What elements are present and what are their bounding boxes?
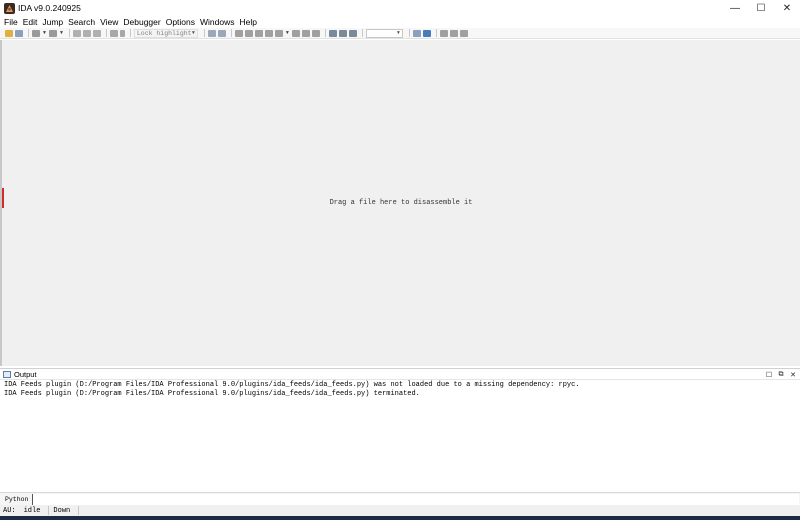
menu-debugger[interactable]: Debugger	[123, 17, 160, 27]
stop-icon[interactable]	[348, 29, 357, 37]
toolbar-separator	[324, 29, 326, 37]
paste-icon[interactable]	[82, 29, 91, 37]
cli-language-button[interactable]: Python	[0, 496, 32, 503]
ida-logo-icon	[4, 2, 15, 14]
settings-icon[interactable]	[217, 29, 226, 37]
command-input[interactable]	[32, 493, 799, 505]
plugins-icon[interactable]	[311, 29, 320, 37]
forward-dropdown-icon[interactable]: ▼	[59, 30, 64, 36]
panel-float-button[interactable]: ⧉	[776, 370, 786, 380]
xrefs-icon[interactable]	[274, 29, 283, 37]
toolbar-separator	[129, 29, 131, 37]
step-over-icon[interactable]	[449, 29, 458, 37]
menu-file[interactable]: File	[4, 17, 18, 27]
pause-icon[interactable]	[338, 29, 347, 37]
menu-search[interactable]: Search	[68, 17, 95, 27]
maximize-button[interactable]: ☐	[748, 0, 774, 16]
xrefs-dropdown-icon[interactable]: ▼	[285, 30, 290, 36]
command-line-bar: Python	[0, 492, 800, 505]
status-divider	[78, 506, 80, 515]
status-bar: AU: idle Down	[0, 505, 800, 516]
save-icon[interactable]	[15, 29, 23, 37]
step-out-icon[interactable]	[459, 29, 468, 37]
toolbar-separator	[203, 29, 205, 37]
run-icon[interactable]	[328, 29, 337, 37]
menu-windows[interactable]: Windows	[200, 17, 234, 27]
menu-options[interactable]: Options	[166, 17, 195, 27]
lock-highlight-combo[interactable]: Lock highlight ▼	[133, 28, 198, 38]
step-into-icon[interactable]	[439, 29, 448, 37]
toolbar-separator	[68, 29, 70, 37]
text-view-icon[interactable]	[244, 29, 253, 37]
disassembly-workspace[interactable]: Drag a file here to disassemble it	[0, 40, 800, 366]
toolbar-separator	[230, 29, 232, 37]
output-panel-header: Output ☐ ⧉ ✕	[0, 368, 800, 379]
back-dropdown-icon[interactable]: ▼	[42, 30, 47, 36]
close-button[interactable]: ✕	[774, 0, 800, 16]
panel-maximize-button[interactable]: ☐	[764, 370, 774, 380]
output-window-icon	[3, 370, 11, 378]
segments-icon[interactable]	[301, 29, 310, 37]
toolbar-separator	[361, 29, 363, 37]
toolbar-separator	[408, 29, 410, 37]
menu-jump[interactable]: Jump	[42, 17, 63, 27]
open-file-icon[interactable]	[5, 29, 13, 37]
copy-icon[interactable]	[72, 29, 81, 37]
structures-icon[interactable]	[207, 29, 216, 37]
log-line: IDA Feeds plugin (D:/Program Files/IDA P…	[4, 381, 580, 389]
jump-icon[interactable]	[119, 29, 125, 37]
lock-highlight-label: Lock highlight	[136, 29, 192, 37]
panel-close-button[interactable]: ✕	[788, 370, 798, 380]
status-divider	[48, 506, 50, 515]
toolbar-separator	[435, 29, 437, 37]
debug-options-icon[interactable]	[422, 29, 431, 37]
toolbar: ▼ ▼ Lock highlight ▼ ▼ ▼	[0, 28, 800, 39]
chevron-down-icon: ▼	[191, 30, 195, 36]
attach-process-icon[interactable]	[412, 29, 421, 37]
toolbar-separator	[105, 29, 107, 37]
output-panel-title: Output	[14, 369, 37, 379]
chevron-down-icon: ▼	[396, 30, 400, 36]
output-log[interactable]: IDA Feeds plugin (D:/Program Files/IDA P…	[0, 379, 800, 492]
hex-view-icon[interactable]	[291, 29, 300, 37]
os-taskbar-edge	[0, 516, 800, 520]
title-bar: IDA v9.0.240925 — ☐ ✕	[0, 0, 800, 16]
flowchart-icon[interactable]	[264, 29, 273, 37]
forward-icon[interactable]	[48, 29, 57, 37]
window-controls: — ☐ ✕	[722, 0, 800, 16]
clipboard-icon[interactable]	[92, 29, 101, 37]
debugger-select[interactable]: ▼	[365, 28, 403, 38]
proximity-view-icon[interactable]	[254, 29, 263, 37]
minimize-button[interactable]: —	[722, 0, 748, 16]
log-line: IDA Feeds plugin (D:/Program Files/IDA P…	[4, 390, 420, 398]
autoanalysis-label: AU:	[3, 506, 16, 515]
graph-view-icon[interactable]	[234, 29, 243, 37]
find-icon[interactable]	[109, 29, 118, 37]
search-direction: Down	[53, 506, 71, 515]
toolbar-separator	[28, 29, 29, 37]
drop-file-hint: Drag a file here to disassemble it	[329, 199, 473, 207]
autoanalysis-state: idle	[23, 506, 41, 515]
window-title: IDA v9.0.240925	[18, 3, 81, 13]
menu-edit[interactable]: Edit	[23, 17, 38, 27]
menu-help[interactable]: Help	[240, 17, 257, 27]
menu-bar: File Edit Jump Search View Debugger Opti…	[0, 16, 800, 28]
menu-view[interactable]: View	[100, 17, 118, 27]
back-icon[interactable]	[32, 29, 40, 37]
